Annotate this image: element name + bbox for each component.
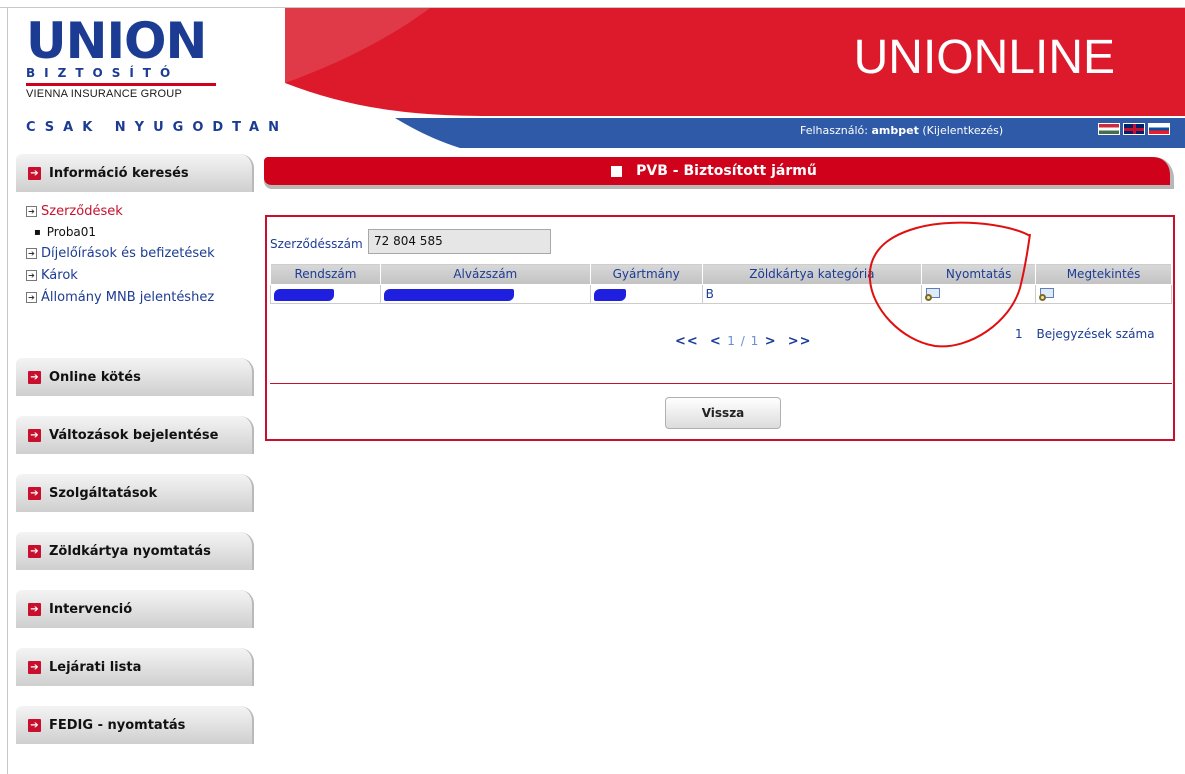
sidebar-menu-services[interactable]: ➔ Szolgáltatások: [16, 474, 254, 512]
pager-page-indicator: 1 / 1: [727, 334, 760, 348]
sidebar-info-search-header[interactable]: ➔ Információ keresés: [16, 154, 254, 192]
small-arrow-icon: ➔: [26, 205, 37, 217]
small-arrow-icon: ➔: [26, 247, 37, 259]
col-view[interactable]: Megtekintés: [1035, 263, 1172, 285]
redaction-mark: [593, 288, 626, 301]
flag-hu-icon[interactable]: [1098, 123, 1120, 135]
small-arrow-icon: ➔: [26, 291, 37, 303]
sidebar-link-claims[interactable]: ➔ Károk: [26, 264, 254, 286]
sidebar: ➔ Információ keresés ➔ Szerződések ▪ Pro…: [16, 154, 254, 744]
cell-print: [921, 284, 1037, 304]
contract-number-field[interactable]: 72 804 585: [368, 229, 551, 254]
col-chassis[interactable]: Alvázszám: [379, 263, 591, 285]
small-arrow-icon: ➔: [26, 269, 37, 281]
cell-view: [1035, 284, 1172, 304]
record-count: 1 Bejegyzések száma: [1015, 327, 1155, 341]
sidebar-header-label: Információ keresés: [49, 165, 189, 181]
cell-chassis-redacted: [379, 284, 591, 304]
page-title-bar: PVB - Biztosított jármű: [264, 157, 1176, 191]
sidebar-link-contracts[interactable]: ➔ Szerződések: [26, 200, 254, 222]
sidebar-menu-label: FEDIG - nyomtatás: [49, 717, 186, 733]
cell-plate-redacted: [270, 284, 381, 304]
cell-category: B: [701, 284, 923, 304]
sidebar-link-premiums[interactable]: ➔ Díjelőírások és befizetések: [26, 242, 254, 264]
sidebar-search-links: ➔ Szerződések ▪ Proba01 ➔ Díjelőírások é…: [16, 192, 254, 312]
left-border: [7, 7, 8, 774]
sidebar-menu-online[interactable]: ➔ Online kötés: [16, 358, 254, 396]
arrow-right-icon: ➔: [28, 428, 41, 442]
contract-number-label: Szerződésszám: [270, 237, 363, 251]
pager-first-button[interactable]: <<: [675, 334, 699, 349]
sidebar-menu-fedig[interactable]: ➔ FEDIG - nyomtatás: [16, 706, 254, 744]
language-flags: [1098, 123, 1170, 135]
union-logo: UNION BIZTOSÍTÓ VIENNA INSURANCE GROUP: [26, 12, 226, 100]
print-preview-icon[interactable]: [925, 288, 941, 301]
col-greencard-category[interactable]: Zöldkártya kategória: [701, 263, 923, 285]
view-document-icon[interactable]: [1039, 288, 1055, 301]
flag-uk-icon[interactable]: [1123, 123, 1145, 135]
sidebar-link-label: Proba01: [46, 225, 97, 239]
col-plate[interactable]: Rendszám: [270, 263, 381, 285]
pagination: << < 1 / 1 > >>: [675, 334, 812, 349]
col-print[interactable]: Nyomtatás: [921, 263, 1037, 285]
sidebar-menu-label: Zöldkártya nyomtatás: [49, 543, 211, 559]
back-button[interactable]: Vissza: [665, 397, 781, 429]
arrow-right-icon: ➔: [28, 486, 41, 500]
table-row[interactable]: B: [270, 284, 1172, 304]
page-title: PVB - Biztosított jármű: [264, 157, 1164, 185]
redaction-mark: [274, 288, 334, 301]
pager-last-button[interactable]: >>: [788, 334, 812, 349]
page-title-text: PVB - Biztosított jármű: [636, 163, 817, 179]
brand-title: UNIONLINE: [853, 31, 1115, 84]
user-prefix: Felhasználó:: [800, 124, 868, 137]
col-make[interactable]: Gyártmány: [589, 263, 703, 285]
vehicle-panel: Szerződésszám 72 804 585 Rendszám Alvázs…: [265, 215, 1175, 441]
panel-divider: [270, 383, 1172, 384]
sidebar-menu-label: Szolgáltatások: [49, 485, 158, 501]
bullet-icon: ▪: [34, 226, 41, 238]
arrow-right-icon: ➔: [28, 602, 41, 616]
sidebar-menu-greencard[interactable]: ➔ Zöldkártya nyomtatás: [16, 532, 254, 570]
sidebar-link-proba01[interactable]: ▪ Proba01: [26, 222, 254, 242]
arrow-right-icon: ➔: [28, 660, 41, 674]
record-count-value: 1: [1015, 327, 1023, 341]
sidebar-menu-label: Változások bejelentése: [49, 427, 219, 443]
vehicle-table: Rendszám Alvázszám Gyártmány Zöldkártya …: [270, 263, 1172, 304]
sidebar-link-label: Szerződések: [41, 203, 123, 219]
sidebar-menu-label: Lejárati lista: [49, 659, 142, 675]
arrow-right-icon: ➔: [28, 718, 41, 732]
logo-union-text: UNION: [26, 12, 207, 70]
square-icon: [611, 165, 623, 177]
sidebar-menu-expiry[interactable]: ➔ Lejárati lista: [16, 648, 254, 686]
logout-link[interactable]: (Kijelentkezés): [922, 124, 1003, 137]
sidebar-menu-label: Intervenció: [49, 601, 133, 617]
sidebar-link-mnb[interactable]: ➔ Állomány MNB jelentéshez: [26, 286, 254, 308]
flag-sk-icon[interactable]: [1148, 123, 1170, 135]
sidebar-menu-changes[interactable]: ➔ Változások bejelentése: [16, 416, 254, 454]
arrow-right-icon: ➔: [28, 544, 41, 558]
sidebar-menu-intervention[interactable]: ➔ Intervenció: [16, 590, 254, 628]
tagline: CSAK NYUGODTAN: [26, 120, 288, 135]
table-header-row: Rendszám Alvázszám Gyártmány Zöldkártya …: [270, 263, 1172, 285]
sidebar-link-label: Károk: [41, 267, 78, 283]
user-info: Felhasználó: ambpet (Kijelentkezés): [800, 124, 1050, 137]
cell-make-redacted: [589, 284, 703, 304]
arrow-right-icon: ➔: [28, 370, 41, 384]
sidebar-link-label: Állomány MNB jelentéshez: [41, 289, 215, 305]
redaction-mark: [383, 288, 514, 301]
sidebar-link-label: Díjelőírások és befizetések: [41, 245, 215, 261]
pager-prev-button[interactable]: <: [710, 334, 722, 349]
record-count-label: Bejegyzések száma: [1036, 327, 1155, 341]
logo-group-text: VIENNA INSURANCE GROUP: [26, 88, 182, 100]
arrow-right-icon: ➔: [28, 166, 41, 180]
user-name: ambpet: [871, 124, 919, 137]
sidebar-menu-label: Online kötés: [49, 369, 141, 385]
pager-next-button[interactable]: >: [765, 334, 777, 349]
logo-underline: [26, 83, 216, 86]
